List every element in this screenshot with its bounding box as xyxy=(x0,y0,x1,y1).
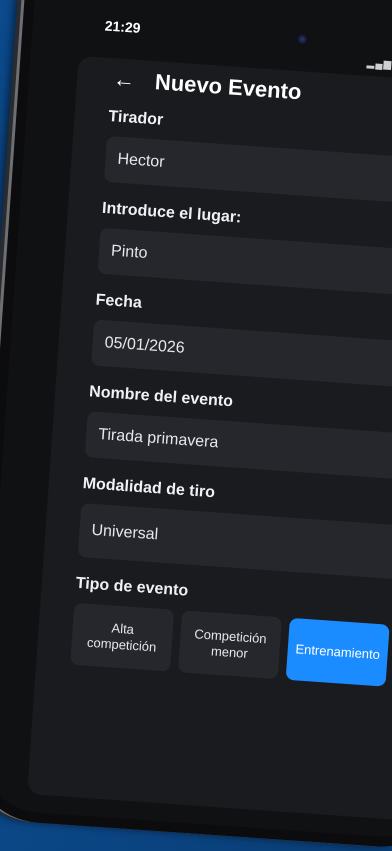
app-window: ← Nuevo Evento Tirador Hector Introduce … xyxy=(27,55,392,825)
modalidad-value: Universal xyxy=(90,521,159,544)
camera-icon xyxy=(295,32,309,46)
tipo-option-alta[interactable]: Alta competición xyxy=(70,602,175,672)
status-time: 21:29 xyxy=(104,17,142,36)
tipo-option-entrenamiento[interactable]: Entrenamiento xyxy=(285,617,390,687)
tirador-field[interactable]: Hector xyxy=(103,135,392,210)
nombre-field[interactable]: Tirada primavera xyxy=(84,411,392,486)
page-title: Nuevo Evento xyxy=(154,69,303,105)
phone-screen: 21:29 ▂▄▆ ← Nuevo Evento Tirador Hector … xyxy=(0,0,392,841)
arrow-left-icon[interactable]: ← xyxy=(112,64,136,95)
tipo-option-menor[interactable]: Competición menor xyxy=(177,610,282,680)
fecha-field[interactable]: 05/01/2026 xyxy=(91,319,392,394)
tipo-segmented-control: Alta competición Competición menor Entre… xyxy=(70,602,392,693)
modalidad-select[interactable]: Universal ⌄ xyxy=(77,503,392,585)
phone-frame: 21:29 ▂▄▆ ← Nuevo Evento Tirador Hector … xyxy=(0,0,392,851)
event-form: Tirador Hector Introduce el lugar: Pinto… xyxy=(70,102,392,693)
lugar-field[interactable]: Pinto xyxy=(97,227,392,302)
signal-icon: ▂▄▆ xyxy=(366,57,392,71)
